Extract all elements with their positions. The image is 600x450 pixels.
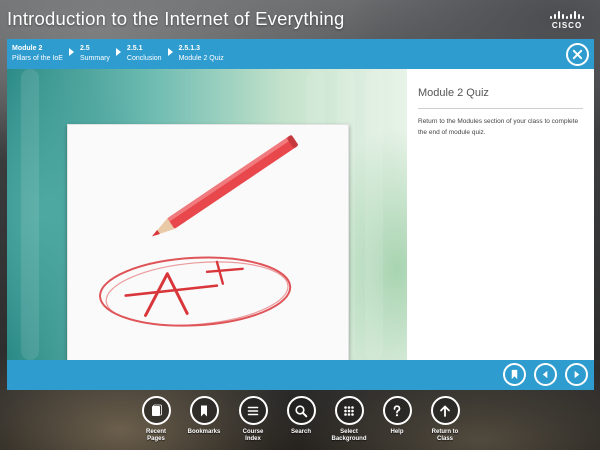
course-dock: Recent Pages Bookmarks Course Index Sear… xyxy=(0,396,600,450)
breadcrumb-label: Summary xyxy=(79,54,110,62)
search-icon xyxy=(286,396,316,425)
dock-label-line: Background xyxy=(331,436,367,442)
breadcrumb-item-page[interactable]: 2.5.1.3 Module 2 Quiz xyxy=(179,44,224,63)
breadcrumb-label: Conclusion xyxy=(126,54,162,62)
dock-help[interactable]: Help xyxy=(377,396,417,436)
course-index-icon xyxy=(238,396,268,425)
dock-label-line: Help xyxy=(390,429,404,435)
chevron-right-icon xyxy=(574,370,580,379)
breadcrumb-item-section[interactable]: 2.5 Summary xyxy=(80,44,110,63)
dock-recent-pages[interactable]: Recent Pages xyxy=(136,396,176,443)
breadcrumb-item-topic[interactable]: 2.5.1 Conclusion xyxy=(127,44,162,63)
breadcrumb-separator-icon xyxy=(68,48,74,56)
close-icon xyxy=(572,49,583,60)
breadcrumb-label: Pillars of the IoE xyxy=(12,54,63,62)
cisco-logo: CISCO xyxy=(548,10,586,30)
dock-label-line: Search xyxy=(290,429,311,435)
breadcrumb-number: Module 2 xyxy=(12,45,43,52)
bookmark-page-button[interactable] xyxy=(503,363,526,386)
breadcrumb-number: 2.5.1 xyxy=(126,45,143,52)
media-panel xyxy=(7,69,407,362)
recent-pages-icon xyxy=(141,396,171,425)
bookmark-icon xyxy=(511,369,518,380)
dock-course-index[interactable]: Course Index xyxy=(233,396,273,443)
dock-search[interactable]: Search xyxy=(281,396,321,436)
breadcrumb-number: 2.5 xyxy=(79,45,90,52)
pencil-grade-illustration xyxy=(99,135,298,327)
dock-label-line: Recent xyxy=(145,429,166,435)
breadcrumb: Module 2 Pillars of the IoE 2.5 Summary … xyxy=(7,39,594,69)
dock-return-to-class[interactable]: Return to Class xyxy=(425,396,465,443)
dock-select-background[interactable]: Select Background xyxy=(329,396,369,443)
breadcrumb-separator-icon xyxy=(115,48,121,56)
dock-label: Recent Pages xyxy=(136,429,176,443)
dock-label: Bookmarks xyxy=(184,429,224,436)
dock-label: Search xyxy=(281,429,321,436)
app-title: Introduction to the Internet of Everythi… xyxy=(7,8,345,29)
dock-label-line: Return to xyxy=(431,429,459,435)
breadcrumb-item-module[interactable]: Module 2 Pillars of the IoE xyxy=(12,44,63,63)
breadcrumb-number: 2.5.1.3 xyxy=(178,45,200,52)
divider xyxy=(418,108,583,109)
breadcrumb-label: Module 2 Quiz xyxy=(178,54,224,62)
dock-label-line: Bookmarks xyxy=(187,429,221,435)
breadcrumb-separator-icon xyxy=(167,48,173,56)
page-title: Module 2 Quiz xyxy=(418,87,489,99)
grid-icon xyxy=(334,396,364,425)
help-icon xyxy=(382,396,412,425)
dock-label: Help xyxy=(377,429,417,436)
previous-page-button[interactable] xyxy=(534,363,557,386)
quiz-description: Return to the Modules section of your cl… xyxy=(418,118,579,136)
quiz-image xyxy=(67,124,349,362)
dock-label: Select Background xyxy=(329,429,369,443)
dock-label-line: Pages xyxy=(147,436,165,442)
up-arrow-icon xyxy=(430,396,460,425)
dock-label-line: Class xyxy=(436,436,453,442)
dock-label: Return to Class xyxy=(425,429,465,443)
next-page-button[interactable] xyxy=(565,363,588,386)
dock-label: Course Index xyxy=(233,429,273,443)
close-button[interactable] xyxy=(566,43,589,66)
bookmark-icon xyxy=(189,396,219,425)
chevron-left-icon xyxy=(542,370,548,379)
quiz-content: Module 2 Quiz Return to the Modules sect… xyxy=(417,69,585,360)
content-window: Module 2 Pillars of the IoE 2.5 Summary … xyxy=(7,39,594,390)
dock-label-line: Select xyxy=(340,429,358,435)
logo-text: CISCO xyxy=(551,21,583,30)
dock-label-line: Course xyxy=(242,429,264,435)
page-nav-bar xyxy=(7,360,594,390)
dock-bookmarks[interactable]: Bookmarks xyxy=(184,396,224,436)
dock-label-line: Index xyxy=(245,436,261,442)
